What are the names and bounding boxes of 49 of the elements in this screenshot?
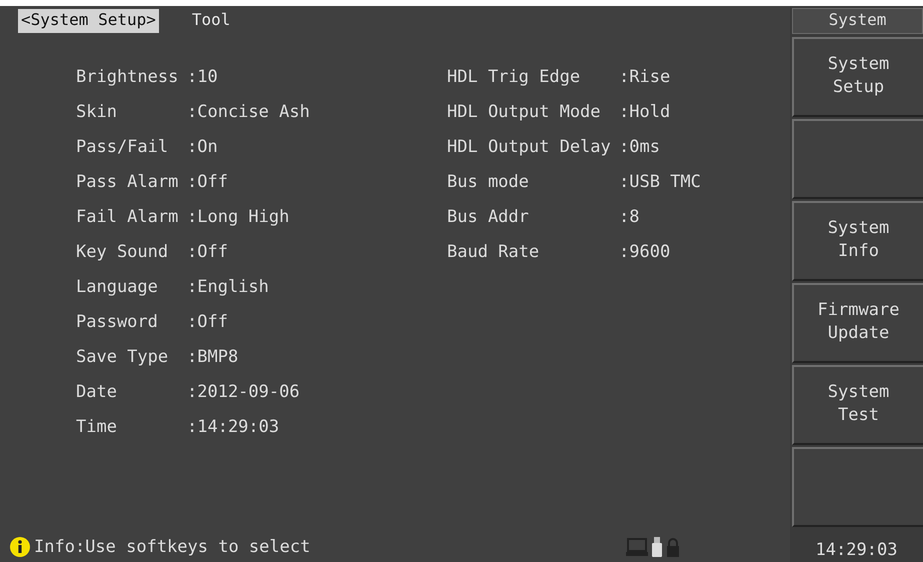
setting-value[interactable]: :14:29:03 xyxy=(187,416,280,438)
setting-label: Pass Alarm xyxy=(76,171,180,193)
setting-value[interactable]: :Off xyxy=(187,311,228,333)
setting-value[interactable]: :9600 xyxy=(619,241,670,263)
monitor-icon xyxy=(626,538,648,556)
setting-value[interactable]: :Concise Ash xyxy=(187,101,310,123)
menu-tab[interactable]: <System Setup> xyxy=(18,9,159,33)
setting-label: Date xyxy=(76,381,118,403)
setting-label: Fail Alarm xyxy=(76,206,180,228)
setting-label: Bus mode xyxy=(447,171,530,193)
setting-label: HDL Output Delay xyxy=(447,136,612,158)
setting-value[interactable]: :2012-09-06 xyxy=(187,381,300,403)
setting-value[interactable]: :USB TMC xyxy=(619,171,701,193)
info-icon xyxy=(10,537,30,557)
setting-value[interactable]: :Off xyxy=(187,171,228,193)
setting-value[interactable]: :Long High xyxy=(187,206,290,228)
softkey-button[interactable]: Firmware Update xyxy=(792,283,923,363)
setting-label: HDL Output Mode xyxy=(447,101,602,123)
setting-value[interactable]: :On xyxy=(187,136,218,158)
clock: 14:29:03 xyxy=(814,539,898,562)
setting-label: Bus Addr xyxy=(447,206,530,228)
setting-label: Skin xyxy=(76,101,118,123)
setting-value[interactable]: :Off xyxy=(187,241,228,263)
setting-value[interactable]: :8 xyxy=(619,206,640,228)
lock-icon xyxy=(666,537,680,557)
usb-drive-icon xyxy=(652,537,662,557)
setting-value[interactable]: :English xyxy=(187,276,269,298)
setting-value[interactable]: :BMP8 xyxy=(187,346,238,368)
setting-label: Language xyxy=(76,276,159,298)
setting-label: Baud Rate xyxy=(447,241,540,263)
setting-label: Password xyxy=(76,311,159,333)
setting-label: Brightness xyxy=(76,66,180,88)
softkey-button[interactable]: System Info xyxy=(792,201,923,281)
setting-label: Key Sound xyxy=(76,241,170,263)
setting-value[interactable]: :0ms xyxy=(619,136,660,158)
setting-value[interactable]: :Rise xyxy=(619,66,670,88)
menu-title: System xyxy=(792,8,923,34)
softkey-button[interactable]: System Test xyxy=(792,365,923,445)
setting-label: Save Type xyxy=(76,346,170,368)
setting-label: Time xyxy=(76,416,118,438)
blank-softkey[interactable] xyxy=(792,447,923,527)
setting-value[interactable]: :10 xyxy=(187,66,218,88)
softkey-button[interactable]: System Setup xyxy=(792,37,923,117)
blank-softkey[interactable] xyxy=(792,119,923,199)
info-message: Info:Use softkeys to select xyxy=(34,537,312,557)
menu-tab[interactable]: Tool xyxy=(188,9,234,33)
setting-label: Pass/Fail xyxy=(76,136,170,158)
setting-label: HDL Trig Edge xyxy=(447,66,582,88)
setting-value[interactable]: :Hold xyxy=(619,101,670,123)
